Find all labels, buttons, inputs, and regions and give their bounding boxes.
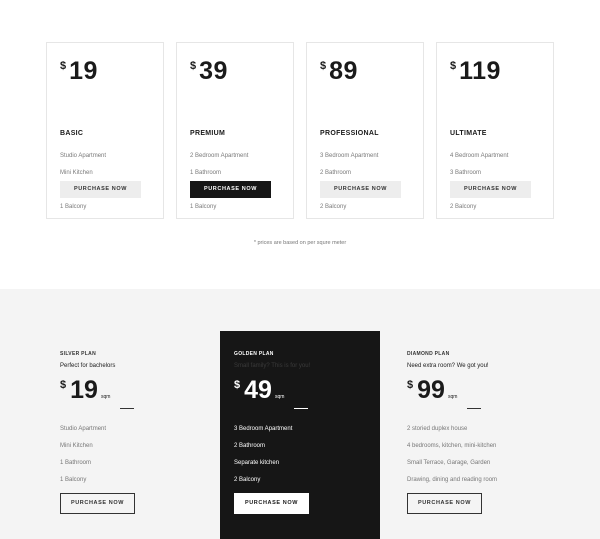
feature-item: 1 Bathroom <box>60 460 92 466</box>
price-unit: sqm <box>274 394 285 400</box>
plan-price: $ 19 sqm <box>60 377 210 405</box>
feature-list: Studio Apartment Mini Kitchen 1 Bathroom… <box>60 425 210 493</box>
currency-symbol: $ <box>407 379 414 391</box>
feature-item: 1 Balcony <box>60 204 87 210</box>
feature-item: 1 Balcony <box>190 204 217 210</box>
feature-item: 4 bedrooms, kitchen, mini-kitchen <box>407 443 497 449</box>
plan-name: ULTIMATE <box>450 130 487 137</box>
plan-name: PREMIUM <box>190 130 226 137</box>
feature-item: 2 Bedroom Apartment <box>190 153 249 159</box>
feature-item: Separate kitchen <box>234 460 280 466</box>
plan-label: SILVER PLAN <box>60 351 96 357</box>
pricing-cards-section: $ 19 BASIC Studio Apartment Mini Kitchen… <box>0 0 600 289</box>
feature-item: 1 Balcony <box>60 477 87 483</box>
plan-diamond: DIAMOND PLAN Need extra room? We got you… <box>407 351 557 514</box>
plan-price: $ 49 sqm <box>234 377 384 405</box>
feature-item: 3 Bedroom Apartment <box>234 426 293 432</box>
price-amount: 89 <box>329 57 358 85</box>
pricing-card-premium: $ 39 PREMIUM 2 Bedroom Apartment 1 Bathr… <box>176 42 294 219</box>
feature-item: 2 Balcony <box>320 204 347 210</box>
feature-item: Mini Kitchen <box>60 443 93 449</box>
plan-name: BASIC <box>60 130 84 137</box>
feature-list: 3 Bedroom Apartment 2 Bathroom Separate … <box>234 425 384 493</box>
feature-item: Small Terrace, Garage, Garden <box>407 460 491 466</box>
purchase-now-button[interactable]: PURCHASE NOW <box>320 181 401 198</box>
purchase-now-button[interactable]: PURCHASE NOW <box>190 181 271 198</box>
feature-item: Drawing, dining and reading room <box>407 477 498 483</box>
price-amount: 19 <box>69 57 98 85</box>
price-amount: 119 <box>459 57 501 85</box>
card-price: $ 39 <box>190 57 228 85</box>
plan-tagline: Perfect for bachelors <box>60 363 116 369</box>
feature-item: 2 storied duplex house <box>407 426 468 432</box>
plan-golden: GOLDEN PLAN Small family? This is for yo… <box>234 351 384 514</box>
plan-price: $ 99 sqm <box>407 377 557 405</box>
plan-tagline: Small family? This is for you! <box>234 363 311 369</box>
feature-item: 4 Bedroom Apartment <box>450 153 509 159</box>
purchase-now-button[interactable]: PURCHASE NOW <box>450 181 531 198</box>
currency-symbol: $ <box>320 60 327 72</box>
price-unit: sqm <box>100 394 111 400</box>
feature-item: 2 Bathroom <box>234 443 266 449</box>
card-price: $ 19 <box>60 57 98 85</box>
plan-label: DIAMOND PLAN <box>407 351 450 357</box>
feature-item: Studio Apartment <box>60 153 107 159</box>
purchase-now-button[interactable]: PURCHASE NOW <box>407 493 482 514</box>
divider <box>294 408 308 409</box>
pricing-card-basic: $ 19 BASIC Studio Apartment Mini Kitchen… <box>46 42 164 219</box>
feature-item: 2 Balcony <box>450 204 477 210</box>
plan-silver: SILVER PLAN Perfect for bachelors $ 19 s… <box>60 351 210 514</box>
purchase-now-button[interactable]: PURCHASE NOW <box>234 493 309 514</box>
feature-item: Studio Apartment <box>60 426 107 432</box>
price-unit: sqm <box>447 394 458 400</box>
currency-symbol: $ <box>190 60 197 72</box>
plan-tagline: Need extra room? We got you! <box>407 363 489 369</box>
feature-list: 2 storied duplex house 4 bedrooms, kitch… <box>407 425 557 493</box>
currency-symbol: $ <box>60 60 67 72</box>
feature-item: 3 Bedroom Apartment <box>320 153 379 159</box>
pricing-note: * prices are based on per squre meter <box>253 240 347 246</box>
currency-symbol: $ <box>450 60 457 72</box>
card-price: $ 89 <box>320 57 358 85</box>
divider <box>120 408 134 409</box>
card-price: $ 119 <box>450 57 501 85</box>
purchase-now-button[interactable]: PURCHASE NOW <box>60 493 135 514</box>
feature-item: 2 Balcony <box>234 477 261 483</box>
price-amount: 49 <box>244 376 272 404</box>
pricing-card-ultimate: $ 119 ULTIMATE 4 Bedroom Apartment 3 Bat… <box>436 42 554 219</box>
currency-symbol: $ <box>60 379 67 391</box>
divider <box>467 408 481 409</box>
price-amount: 19 <box>70 376 98 404</box>
pricing-card-professional: $ 89 PROFESSIONAL 3 Bedroom Apartment 2 … <box>306 42 424 219</box>
plan-label: GOLDEN PLAN <box>234 351 274 357</box>
price-amount: 39 <box>199 57 228 85</box>
plan-name: PROFESSIONAL <box>320 130 379 137</box>
purchase-now-button[interactable]: PURCHASE NOW <box>60 181 141 198</box>
currency-symbol: $ <box>234 379 241 391</box>
price-amount: 99 <box>417 376 445 404</box>
plans-section: SILVER PLAN Perfect for bachelors $ 19 s… <box>0 289 600 539</box>
